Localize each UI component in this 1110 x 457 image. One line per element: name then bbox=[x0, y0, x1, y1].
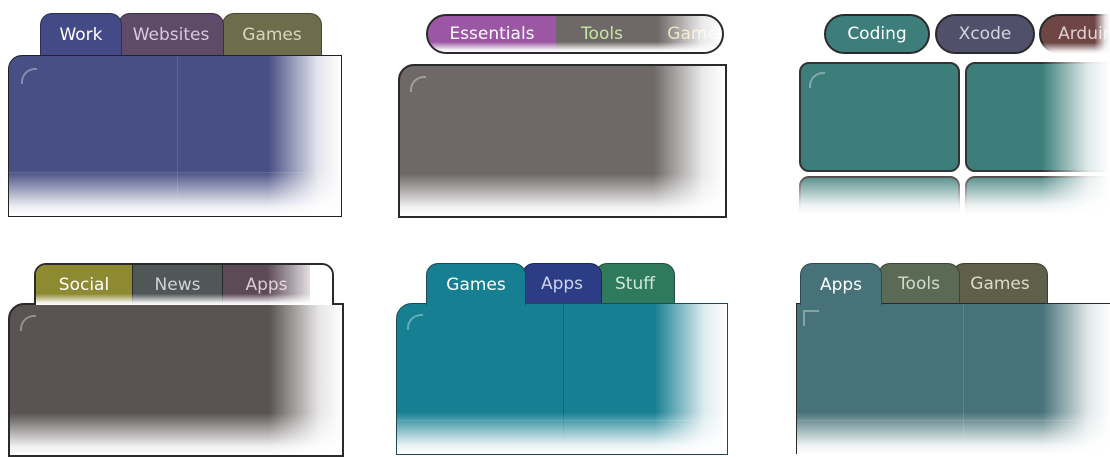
grid-cell bbox=[799, 176, 960, 214]
tab-label: Essentials bbox=[449, 24, 535, 44]
grid-cell bbox=[965, 62, 1110, 172]
corner-icon bbox=[410, 76, 426, 92]
tab-label: Games bbox=[970, 273, 1030, 294]
tab-label: Games bbox=[667, 24, 724, 44]
tab-games[interactable]: Games bbox=[222, 13, 322, 55]
tab-arduino-clip: Arduino bbox=[1039, 14, 1110, 54]
tab-label: Games bbox=[242, 24, 302, 45]
panel-work bbox=[8, 55, 342, 217]
tab-label: Work bbox=[59, 24, 103, 45]
tab-label: Tools bbox=[581, 24, 623, 44]
tab-label: Tools bbox=[898, 273, 940, 294]
tab-label: Coding bbox=[847, 24, 907, 44]
tab-bar-social: Social News Apps bbox=[34, 263, 334, 305]
tab-work[interactable]: Work bbox=[40, 13, 122, 55]
tab-games[interactable]: Games bbox=[426, 263, 526, 305]
grid-cell bbox=[965, 176, 1110, 214]
tab-news[interactable]: News bbox=[132, 265, 222, 305]
tab-label: Websites bbox=[132, 24, 210, 45]
tab-apps[interactable]: Apps bbox=[522, 263, 602, 303]
tab-xcode[interactable]: Xcode bbox=[935, 14, 1035, 54]
tab-label: Arduino bbox=[1058, 24, 1110, 44]
tab-arduino[interactable]: Arduino bbox=[1039, 14, 1110, 54]
corner-icon bbox=[20, 315, 36, 331]
grid-divider bbox=[397, 420, 727, 421]
panel-essentials bbox=[398, 64, 727, 218]
corner-icon bbox=[21, 68, 37, 84]
tab-apps[interactable]: Apps bbox=[800, 263, 882, 305]
grid-divider bbox=[177, 56, 178, 216]
tab-label: Apps bbox=[540, 273, 584, 294]
tab-label: Xcode bbox=[958, 24, 1012, 44]
tab-tools[interactable]: Tools bbox=[878, 263, 960, 303]
tab-social[interactable]: Social bbox=[36, 265, 132, 305]
panel-coding bbox=[799, 62, 1110, 214]
tab-label: Social bbox=[58, 275, 110, 295]
segmented-control: Essentials Tools Games bbox=[426, 14, 724, 54]
tab-games[interactable]: Games bbox=[952, 263, 1048, 303]
grid-divider bbox=[9, 172, 341, 173]
grid-divider bbox=[797, 420, 1110, 421]
grid-divider bbox=[963, 304, 964, 454]
tab-stuff[interactable]: Stuff bbox=[595, 263, 675, 303]
tab-label: News bbox=[154, 275, 201, 295]
panel-social bbox=[8, 303, 344, 457]
tab-label: Games bbox=[446, 274, 506, 295]
tab-essentials[interactable]: Essentials bbox=[428, 16, 556, 52]
grid-cell bbox=[799, 62, 960, 172]
panel-games bbox=[396, 303, 728, 455]
tab-websites[interactable]: Websites bbox=[118, 13, 224, 55]
tab-games[interactable]: Games bbox=[652, 16, 724, 52]
grid-divider bbox=[563, 304, 564, 454]
corner-icon bbox=[809, 72, 825, 88]
tab-coding[interactable]: Coding bbox=[824, 14, 930, 54]
tab-label: Stuff bbox=[615, 273, 655, 294]
tab-apps[interactable]: Apps bbox=[222, 265, 310, 305]
tab-label: Apps bbox=[245, 275, 288, 295]
tab-tools[interactable]: Tools bbox=[558, 16, 646, 52]
corner-icon bbox=[407, 314, 423, 330]
corner-icon bbox=[803, 310, 819, 326]
tab-label: Apps bbox=[819, 274, 863, 295]
panel-apps bbox=[796, 303, 1110, 454]
